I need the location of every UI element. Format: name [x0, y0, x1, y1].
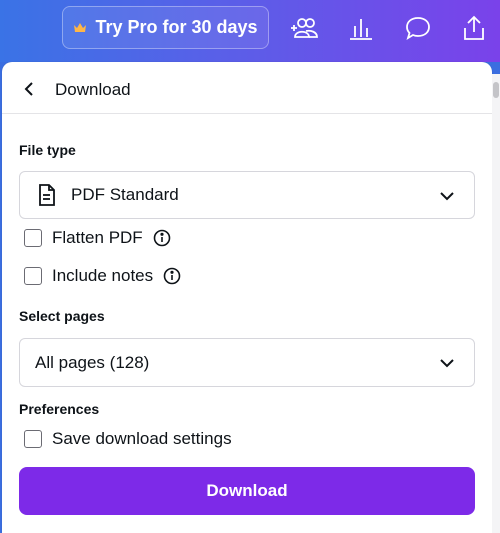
save-settings-checkbox[interactable]: [24, 430, 42, 448]
top-toolbar: Try Pro for 30 days: [0, 0, 500, 62]
scrollbar[interactable]: [492, 74, 500, 533]
save-settings-option: Save download settings: [24, 429, 232, 449]
select-pages-value: All pages (128): [35, 352, 150, 372]
flatten-pdf-checkbox[interactable]: [24, 229, 42, 247]
chevron-down-icon: [440, 192, 454, 201]
info-icon[interactable]: [153, 229, 171, 247]
select-pages-select[interactable]: All pages (128): [19, 338, 475, 387]
download-panel: Download File type PDF Standard Flatten …: [2, 62, 492, 533]
file-type-select[interactable]: PDF Standard: [19, 171, 475, 219]
preferences-label: Preferences: [19, 401, 100, 417]
file-type-value: PDF Standard: [71, 185, 179, 204]
share-people-icon[interactable]: [288, 12, 320, 44]
back-button[interactable]: [18, 78, 40, 100]
download-button[interactable]: Download: [19, 467, 475, 515]
save-settings-label: Save download settings: [52, 429, 232, 448]
flatten-pdf-label: Flatten PDF: [52, 228, 143, 247]
chevron-down-icon: [440, 359, 454, 368]
include-notes-option: Include notes: [24, 266, 181, 286]
select-pages-label: Select pages: [19, 308, 105, 324]
flatten-pdf-option: Flatten PDF: [24, 228, 171, 248]
file-type-label: File type: [19, 142, 76, 158]
upload-share-icon[interactable]: [458, 12, 490, 44]
include-notes-label: Include notes: [52, 266, 154, 285]
try-pro-button[interactable]: Try Pro for 30 days: [62, 6, 269, 49]
scrollbar-thumb[interactable]: [493, 82, 499, 98]
comment-icon[interactable]: [402, 12, 434, 44]
document-icon: [39, 184, 55, 206]
chevron-left-icon: [24, 82, 33, 96]
info-icon[interactable]: [163, 267, 181, 285]
panel-title: Download: [55, 80, 131, 99]
try-pro-label: Try Pro for 30 days: [95, 17, 258, 37]
insights-chart-icon[interactable]: [345, 12, 377, 44]
panel-header: Download: [2, 62, 492, 114]
include-notes-checkbox[interactable]: [24, 267, 42, 285]
crown-icon: [74, 22, 87, 32]
